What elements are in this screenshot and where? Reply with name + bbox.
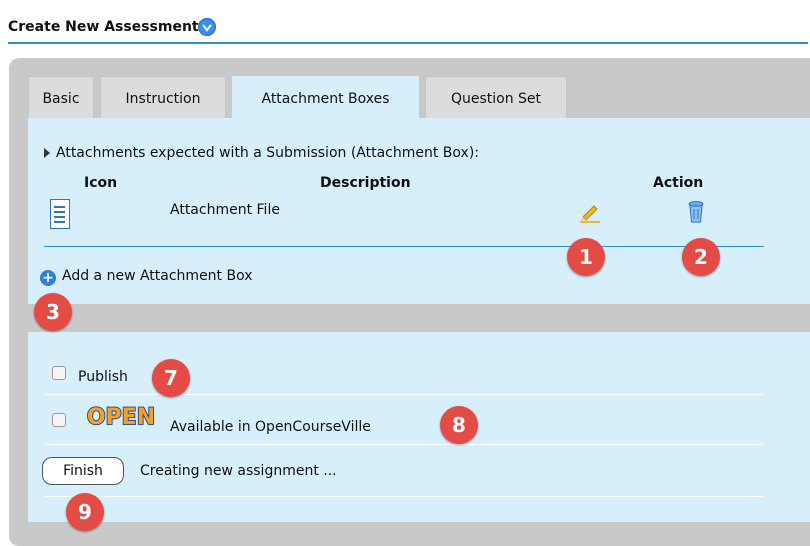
column-header-description: Description <box>320 175 411 191</box>
tab-basic[interactable]: Basic <box>28 76 94 118</box>
opencourseville-label: Available in OpenCourseVille <box>170 419 371 435</box>
tab-attachment-boxes[interactable]: Attachment Boxes <box>232 76 419 120</box>
attachment-description: Attachment File <box>170 202 280 218</box>
annotation-badge-2: 2 <box>682 238 720 276</box>
expand-triangle-icon <box>44 148 50 158</box>
page-header: Create New Assessment <box>8 16 808 44</box>
annotation-badge-3: 3 <box>34 293 72 331</box>
edit-pencil-icon[interactable] <box>578 202 602 228</box>
tab-question-set[interactable]: Question Set <box>425 76 567 118</box>
annotation-badge-8: 8 <box>440 406 478 444</box>
trash-icon[interactable] <box>687 200 705 228</box>
annotation-badge-1: 1 <box>567 238 605 276</box>
open-logo-text: OPEN <box>87 405 155 430</box>
chevron-down-icon[interactable] <box>198 18 216 36</box>
page-title: Create New Assessment <box>8 19 199 35</box>
attachments-section-title: Attachments expected with a Submission (… <box>56 145 480 161</box>
publish-label: Publish <box>78 369 128 385</box>
annotation-badge-9: 9 <box>66 493 104 531</box>
attachments-section-header[interactable]: Attachments expected with a Submission (… <box>44 145 744 161</box>
plus-circle-icon: + <box>40 270 56 286</box>
tab-instruction[interactable]: Instruction <box>100 76 226 118</box>
document-icon <box>50 199 70 229</box>
column-header-icon: Icon <box>84 175 118 191</box>
finish-status-text: Creating new assignment ... <box>140 463 337 479</box>
column-header-action: Action <box>653 175 704 191</box>
finish-button[interactable]: Finish <box>42 457 124 485</box>
open-logo-icon: OPEN <box>86 404 156 431</box>
publish-checkbox[interactable] <box>52 366 66 380</box>
table-row: Attachment File <box>44 194 764 247</box>
opencourseville-checkbox[interactable] <box>52 413 66 427</box>
add-attachment-box-label: Add a new Attachment Box <box>62 268 253 284</box>
annotation-badge-7: 7 <box>152 359 190 397</box>
add-attachment-box-link[interactable]: + Add a new Attachment Box <box>40 268 253 286</box>
